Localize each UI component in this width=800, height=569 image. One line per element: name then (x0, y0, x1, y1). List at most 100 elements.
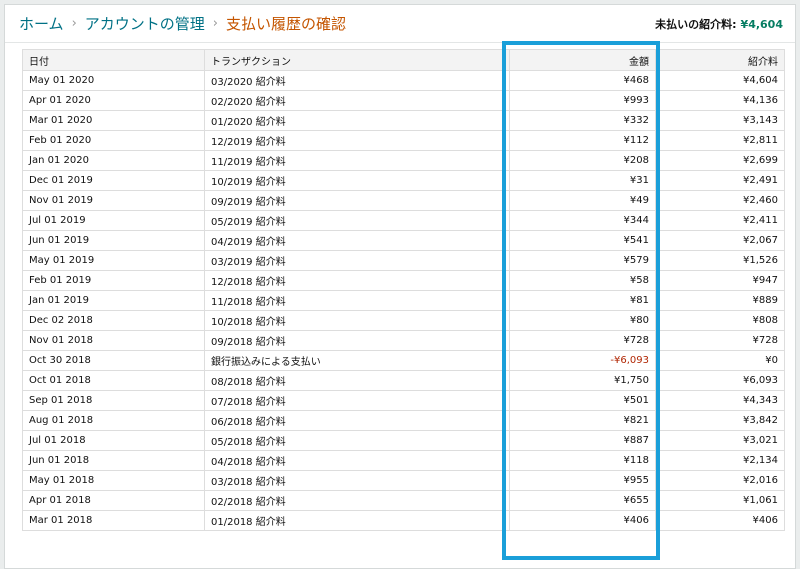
cell-transaction: 01/2018 紹介料 (204, 510, 510, 531)
cell-amount: ¥208 (509, 150, 656, 171)
breadcrumb-separator-icon: › (71, 15, 77, 31)
cell-amount: ¥344 (509, 210, 656, 231)
cell-referral: ¥2,811 (655, 130, 785, 151)
cell-referral: ¥1,061 (655, 490, 785, 511)
table-row: Dec 02 2018 10/2018 紹介料 ¥80 ¥808 (22, 310, 785, 331)
cell-referral: ¥0 (655, 350, 785, 371)
cell-referral: ¥1,526 (655, 250, 785, 271)
table-row: Jun 01 2019 04/2019 紹介料 ¥541 ¥2,067 (22, 230, 785, 251)
cell-transaction: 10/2019 紹介料 (204, 170, 510, 191)
cell-date: Feb 01 2020 (22, 130, 205, 151)
table-row: Feb 01 2020 12/2019 紹介料 ¥112 ¥2,811 (22, 130, 785, 151)
cell-transaction: 03/2018 紹介料 (204, 470, 510, 491)
unpaid-referral-value: ¥4,604 (740, 18, 783, 31)
cell-transaction: 12/2018 紹介料 (204, 270, 510, 291)
cell-amount: -¥6,093 (509, 350, 656, 371)
cell-amount: ¥112 (509, 130, 656, 151)
cell-date: Jun 01 2019 (22, 230, 205, 251)
cell-amount: ¥81 (509, 290, 656, 311)
cell-transaction: 04/2018 紹介料 (204, 450, 510, 471)
cell-transaction: 02/2018 紹介料 (204, 490, 510, 511)
column-header-date[interactable]: 日付 (22, 49, 205, 71)
cell-referral: ¥2,699 (655, 150, 785, 171)
table-row: Jul 01 2019 05/2019 紹介料 ¥344 ¥2,411 (22, 210, 785, 231)
cell-referral: ¥3,842 (655, 410, 785, 431)
cell-date: Dec 02 2018 (22, 310, 205, 331)
cell-referral: ¥3,143 (655, 110, 785, 131)
cell-transaction: 05/2018 紹介料 (204, 430, 510, 451)
cell-amount: ¥406 (509, 510, 656, 531)
payment-history-page: ホーム › アカウントの管理 › 支払い履歴の確認 未払いの紹介料: ¥4,604… (4, 4, 796, 569)
cell-date: Jul 01 2018 (22, 430, 205, 451)
table-row: Jan 01 2019 11/2018 紹介料 ¥81 ¥889 (22, 290, 785, 311)
cell-date: Apr 01 2020 (22, 90, 205, 111)
cell-referral: ¥3,021 (655, 430, 785, 451)
cell-referral: ¥728 (655, 330, 785, 351)
breadcrumb-separator-icon: › (212, 15, 218, 31)
cell-transaction: 11/2018 紹介料 (204, 290, 510, 311)
column-header-referral[interactable]: 紹介料 (655, 49, 785, 71)
cell-referral: ¥2,491 (655, 170, 785, 191)
cell-date: Mar 01 2018 (22, 510, 205, 531)
cell-amount: ¥655 (509, 490, 656, 511)
table-row: Nov 01 2018 09/2018 紹介料 ¥728 ¥728 (22, 330, 785, 351)
table-row: Nov 01 2019 09/2019 紹介料 ¥49 ¥2,460 (22, 190, 785, 211)
cell-date: Jul 01 2019 (22, 210, 205, 231)
table-row: May 01 2018 03/2018 紹介料 ¥955 ¥2,016 (22, 470, 785, 491)
cell-amount: ¥821 (509, 410, 656, 431)
cell-referral: ¥889 (655, 290, 785, 311)
cell-referral: ¥4,136 (655, 90, 785, 111)
page-header: ホーム › アカウントの管理 › 支払い履歴の確認 未払いの紹介料: ¥4,604 (5, 5, 795, 43)
breadcrumb-home-link[interactable]: ホーム (19, 13, 64, 34)
table-row: Oct 01 2018 08/2018 紹介料 ¥1,750 ¥6,093 (22, 370, 785, 391)
cell-transaction: 01/2020 紹介料 (204, 110, 510, 131)
cell-amount: ¥118 (509, 450, 656, 471)
column-header-transaction[interactable]: トランザクション (204, 49, 510, 71)
cell-transaction: 07/2018 紹介料 (204, 390, 510, 411)
cell-date: Mar 01 2020 (22, 110, 205, 131)
table-row: Jun 01 2018 04/2018 紹介料 ¥118 ¥2,134 (22, 450, 785, 471)
cell-amount: ¥332 (509, 110, 656, 131)
cell-transaction: 04/2019 紹介料 (204, 230, 510, 251)
cell-date: Aug 01 2018 (22, 410, 205, 431)
cell-transaction: 02/2020 紹介料 (204, 90, 510, 111)
cell-transaction: 12/2019 紹介料 (204, 130, 510, 151)
cell-referral: ¥4,343 (655, 390, 785, 411)
cell-amount: ¥955 (509, 470, 656, 491)
table-header-row: 日付 トランザクション 金額 紹介料 (22, 49, 785, 71)
table-row: Sep 01 2018 07/2018 紹介料 ¥501 ¥4,343 (22, 390, 785, 411)
column-header-amount[interactable]: 金額 (509, 49, 656, 71)
cell-referral: ¥808 (655, 310, 785, 331)
cell-date: Feb 01 2019 (22, 270, 205, 291)
cell-transaction: 05/2019 紹介料 (204, 210, 510, 231)
cell-referral: ¥2,411 (655, 210, 785, 231)
breadcrumb: ホーム › アカウントの管理 › 支払い履歴の確認 (19, 10, 346, 36)
table-row: Aug 01 2018 06/2018 紹介料 ¥821 ¥3,842 (22, 410, 785, 431)
cell-date: Oct 01 2018 (22, 370, 205, 391)
cell-date: Dec 01 2019 (22, 170, 205, 191)
cell-date: Nov 01 2018 (22, 330, 205, 351)
cell-referral: ¥406 (655, 510, 785, 531)
cell-referral: ¥947 (655, 270, 785, 291)
cell-amount: ¥80 (509, 310, 656, 331)
cell-referral: ¥2,067 (655, 230, 785, 251)
cell-amount: ¥1,750 (509, 370, 656, 391)
cell-transaction: 06/2018 紹介料 (204, 410, 510, 431)
cell-transaction: 09/2018 紹介料 (204, 330, 510, 351)
breadcrumb-account-link[interactable]: アカウントの管理 (85, 13, 205, 34)
cell-amount: ¥728 (509, 330, 656, 351)
cell-transaction: 08/2018 紹介料 (204, 370, 510, 391)
cell-amount: ¥993 (509, 90, 656, 111)
cell-referral: ¥2,016 (655, 470, 785, 491)
cell-amount: ¥58 (509, 270, 656, 291)
table-row: Apr 01 2020 02/2020 紹介料 ¥993 ¥4,136 (22, 90, 785, 111)
table-row: Dec 01 2019 10/2019 紹介料 ¥31 ¥2,491 (22, 170, 785, 191)
cell-date: May 01 2018 (22, 470, 205, 491)
page-title: 支払い履歴の確認 (225, 14, 346, 33)
table-row: Jul 01 2018 05/2018 紹介料 ¥887 ¥3,021 (22, 430, 785, 451)
cell-date: Nov 01 2019 (22, 190, 205, 211)
cell-transaction: 銀行振込みによる支払い (204, 350, 510, 371)
cell-transaction: 03/2020 紹介料 (204, 70, 510, 91)
cell-transaction: 10/2018 紹介料 (204, 310, 510, 331)
cell-referral: ¥2,460 (655, 190, 785, 211)
